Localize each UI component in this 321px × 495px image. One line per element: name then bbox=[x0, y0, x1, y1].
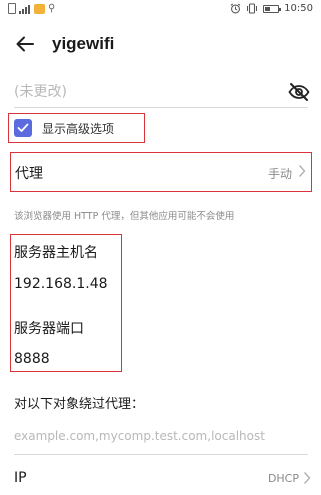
status-left: ⚲ bbox=[8, 3, 55, 14]
server-host-label: 服务器主机名 bbox=[14, 245, 98, 261]
proxy-setting-row[interactable]: 代理 手动 bbox=[10, 152, 312, 192]
bypass-label: 对以下对象绕过代理： bbox=[14, 397, 145, 412]
battery-icon bbox=[263, 4, 282, 13]
bypass-divider bbox=[14, 454, 308, 455]
password-input[interactable] bbox=[14, 80, 274, 104]
server-host-input[interactable]: 192.168.1.48 bbox=[14, 276, 114, 292]
show-advanced-checkbox-row[interactable]: 显示高级选项 bbox=[14, 117, 142, 139]
alarm-icon bbox=[230, 3, 241, 14]
chevron-right-icon bbox=[298, 165, 306, 177]
status-right: 10:50 bbox=[230, 3, 313, 14]
ip-label: IP bbox=[14, 470, 27, 486]
server-port-label: 服务器端口 bbox=[14, 321, 84, 337]
app-bar: yigewifi bbox=[0, 25, 321, 65]
server-port-input[interactable]: 8888 bbox=[14, 351, 114, 367]
password-row bbox=[14, 80, 310, 104]
status-time: 10:50 bbox=[284, 3, 313, 14]
eye-hidden-icon[interactable] bbox=[288, 82, 310, 102]
location-icon: ⚲ bbox=[48, 3, 56, 14]
check-icon bbox=[17, 123, 29, 132]
page-title: yigewifi bbox=[52, 34, 115, 53]
proxy-hint-text: 该浏览器使用 HTTP 代理，但其他应用可能不会使用 bbox=[14, 211, 235, 222]
advanced-label: 显示高级选项 bbox=[42, 121, 115, 136]
back-arrow-icon[interactable] bbox=[14, 33, 36, 55]
chevron-right-icon bbox=[303, 472, 311, 484]
bypass-input[interactable] bbox=[14, 425, 304, 447]
advanced-checkbox[interactable] bbox=[14, 119, 32, 137]
ip-setting-row[interactable]: IP DHCP bbox=[0, 466, 321, 495]
vibrate-icon bbox=[247, 3, 258, 14]
signal-icon bbox=[19, 4, 31, 14]
status-bar: ⚲ 10:50 bbox=[0, 0, 321, 20]
proxy-value: 手动 bbox=[267, 167, 292, 181]
proxy-label: 代理 bbox=[15, 166, 43, 182]
sim-icon bbox=[8, 3, 16, 14]
message-icon bbox=[34, 3, 45, 14]
password-divider bbox=[14, 107, 308, 108]
ip-value: DHCP bbox=[267, 472, 299, 485]
